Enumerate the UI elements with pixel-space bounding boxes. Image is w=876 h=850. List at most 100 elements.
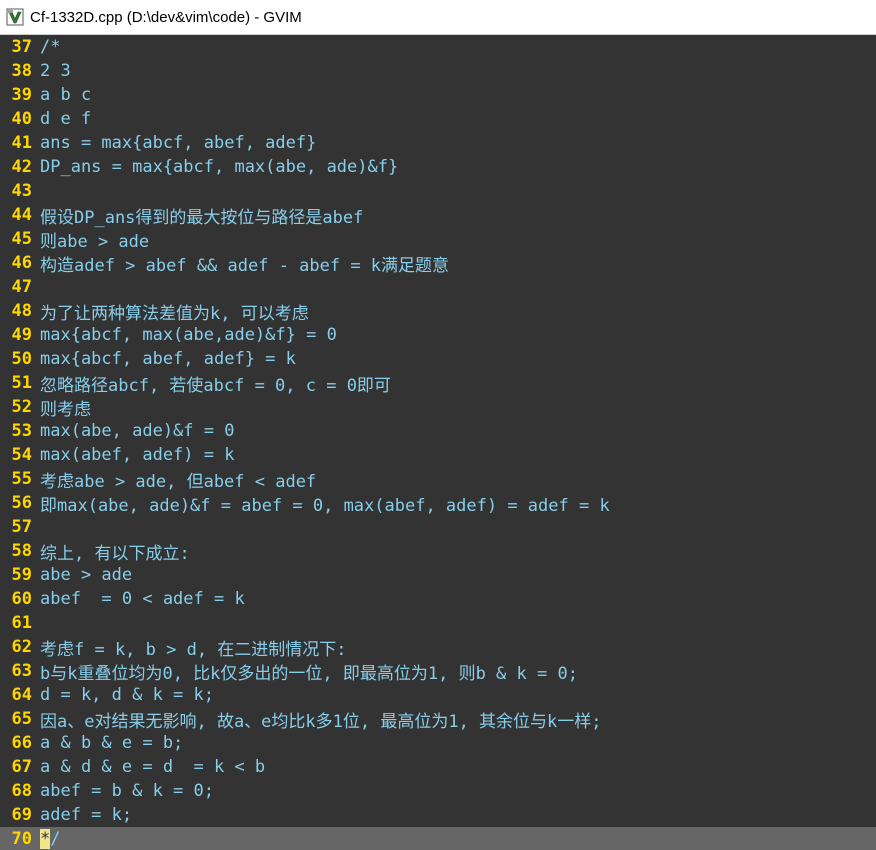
code-text: DP_ans = max{abcf, max(abe, ade)&f}: [40, 157, 399, 177]
code-text: abef = b & k = 0;: [40, 781, 214, 801]
line-number: 45: [11, 229, 32, 249]
line-number: 61: [11, 613, 32, 633]
line-number: 48: [11, 301, 32, 321]
code-text: max{abcf, abef, adef} = k: [40, 349, 296, 369]
code-text: adef = k;: [40, 805, 133, 825]
code-text: 为了让两种算法差值为k, 可以考虑: [40, 303, 309, 324]
line-number: 64: [11, 685, 32, 705]
code-line[interactable]: 38 2 3: [0, 59, 876, 83]
code-line[interactable]: 68 abef = b & k = 0;: [0, 779, 876, 803]
code-line[interactable]: 49 max{abcf, max(abe,ade)&f} = 0: [0, 323, 876, 347]
code-line[interactable]: 39 a b c: [0, 83, 876, 107]
line-number: 59: [11, 565, 32, 585]
line-number: 42: [11, 157, 32, 177]
code-text: a b c: [40, 85, 92, 105]
line-number: 55: [11, 469, 32, 489]
line-number: 46: [11, 253, 32, 273]
code-text: a & b & e = b;: [40, 733, 184, 753]
code-line[interactable]: 43: [0, 179, 876, 203]
line-number: 41: [11, 133, 32, 153]
line-number: 38: [11, 61, 32, 81]
line-number: 67: [11, 757, 32, 777]
line-number: 44: [11, 205, 32, 225]
code-line[interactable]: 59 abe > ade: [0, 563, 876, 587]
editor-area[interactable]: 37 /* 38 2 3 39 a b c 40 d e f 41 ans = max{abcf,…: [0, 35, 876, 850]
code-line[interactable]: 67 a & d & e = d = k < b: [0, 755, 876, 779]
code-line[interactable]: 65 因a、e对结果无影响, 故a、e均比k多1位, 最高位为1, 其余位与k一样…: [0, 707, 876, 732]
code-line[interactable]: 44 假设DP_ans得到的最大按位与路径是abef: [0, 203, 876, 228]
line-number: 54: [11, 445, 32, 465]
line-number: 52: [11, 397, 32, 417]
code-line[interactable]: 45 则abe > ade: [0, 227, 876, 252]
text-cursor: *: [40, 829, 51, 849]
line-number: 62: [11, 637, 32, 657]
code-text: a & d & e = d = k < b: [40, 757, 266, 777]
code-text: 则考虑: [40, 399, 91, 420]
code-line[interactable]: 40 d e f: [0, 107, 876, 131]
code-text: max(abef, adef) = k: [40, 445, 235, 465]
code-text: 即max(abe, ade)&f = abef = 0, max(abef, a…: [40, 495, 610, 516]
code-text: /: [50, 829, 61, 849]
code-text: ans = max{abcf, abef, adef}: [40, 133, 317, 153]
code-line[interactable]: 50 max{abcf, abef, adef} = k: [0, 347, 876, 371]
code-line[interactable]: 41 ans = max{abcf, abef, adef}: [0, 131, 876, 155]
line-number: 68: [11, 781, 32, 801]
code-line[interactable]: 42 DP_ans = max{abcf, max(abe, ade)&f}: [0, 155, 876, 179]
code-line[interactable]: 64 d = k, d & k = k;: [0, 683, 876, 707]
line-number: 39: [11, 85, 32, 105]
code-line[interactable]: 62 考虑f = k, b > d, 在二进制情况下:: [0, 635, 876, 660]
code-text: 因a、e对结果无影响, 故a、e均比k多1位, 最高位为1, 其余位与k一样;: [40, 711, 602, 732]
gvim-icon[interactable]: [6, 8, 24, 26]
line-number: 65: [11, 709, 32, 729]
code-text: 考虑f = k, b > d, 在二进制情况下:: [40, 639, 347, 660]
line-number: 47: [11, 277, 32, 297]
code-line[interactable]: 54 max(abef, adef) = k: [0, 443, 876, 467]
line-number: 57: [11, 517, 32, 537]
code-text: 综上, 有以下成立:: [40, 543, 190, 564]
line-number: 50: [11, 349, 32, 369]
code-text: b与k重叠位均为0, 比k仅多出的一位, 即最高位为1, 则b & k = 0;: [40, 663, 578, 684]
code-line[interactable]: 52 则考虑: [0, 395, 876, 420]
line-number: 58: [11, 541, 32, 561]
code-line[interactable]: 61: [0, 611, 876, 635]
line-number: 40: [11, 109, 32, 129]
line-number: 53: [11, 421, 32, 441]
line-number: 37: [11, 37, 32, 57]
code-line[interactable]: 37 /*: [0, 35, 876, 59]
title-bar: Cf-1332D.cpp (D:\dev&vim\code) - GVIM: [0, 0, 876, 35]
code-text: abef = 0 < adef = k: [40, 589, 245, 609]
code-line[interactable]: 48 为了让两种算法差值为k, 可以考虑: [0, 299, 876, 324]
line-number: 49: [11, 325, 32, 345]
code-line[interactable]: 63 b与k重叠位均为0, 比k仅多出的一位, 即最高位为1, 则b & k = …: [0, 659, 876, 684]
line-number: 51: [11, 373, 32, 393]
line-number: 56: [11, 493, 32, 513]
code-line[interactable]: 53 max(abe, ade)&f = 0: [0, 419, 876, 443]
code-line[interactable]: 51 忽略路径abcf, 若使abcf = 0, c = 0即可: [0, 371, 876, 396]
line-number: 70: [11, 829, 32, 849]
code-text: 构造adef > abef && adef - abef = k满足题意: [40, 255, 450, 276]
window-title: Cf-1332D.cpp (D:\dev&vim\code) - GVIM: [30, 8, 302, 26]
code-text: 忽略路径abcf, 若使abcf = 0, c = 0即可: [40, 375, 391, 396]
code-line[interactable]: 56 即max(abe, ade)&f = abef = 0, max(abef,…: [0, 491, 876, 516]
code-text: abe > ade: [40, 565, 133, 585]
code-line[interactable]: 57: [0, 515, 876, 539]
code-line[interactable]: 58 综上, 有以下成立:: [0, 539, 876, 564]
code-text: d e f: [40, 109, 92, 129]
code-line[interactable]: 46 构造adef > abef && adef - abef = k满足题意: [0, 251, 876, 276]
line-number: 63: [11, 661, 32, 681]
code-text: max(abe, ade)&f = 0: [40, 421, 235, 441]
code-text: 则abe > ade: [40, 231, 150, 252]
line-number: 69: [11, 805, 32, 825]
code-line[interactable]: 55 考虑abe > ade, 但abef < adef: [0, 467, 876, 492]
code-line[interactable]: 47: [0, 275, 876, 299]
code-text: /*: [40, 37, 61, 57]
line-number: 60: [11, 589, 32, 609]
code-text: 考虑abe > ade, 但abef < adef: [40, 471, 317, 492]
code-text: d = k, d & k = k;: [40, 685, 214, 705]
code-text: max{abcf, max(abe,ade)&f} = 0: [40, 325, 337, 345]
line-number: 43: [11, 181, 32, 201]
code-line[interactable]: 66 a & b & e = b;: [0, 731, 876, 755]
code-line[interactable]: 69 adef = k;: [0, 803, 876, 827]
code-line[interactable]: 60 abef = 0 < adef = k: [0, 587, 876, 611]
current-line[interactable]: 70 * /: [0, 827, 876, 850]
